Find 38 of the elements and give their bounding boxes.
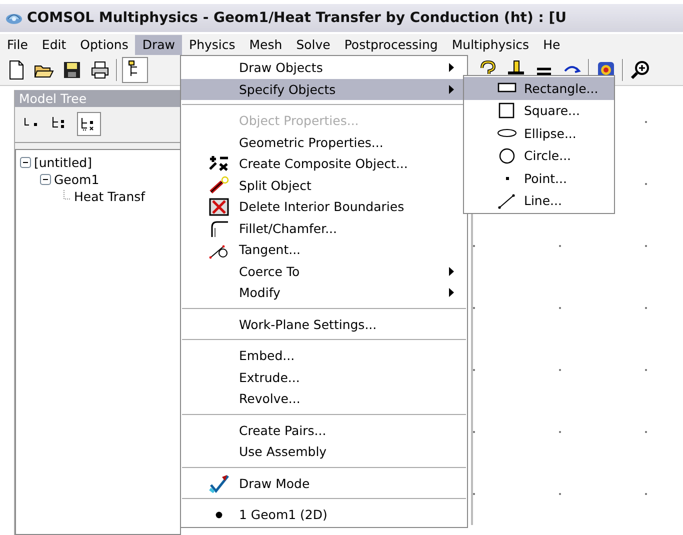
menu-bar-item[interactable]: File [0, 34, 35, 54]
menu-item[interactable]: Embed... [181, 345, 467, 366]
menu-item[interactable]: Fillet/Chamfer... [181, 218, 467, 239]
menu-item[interactable]: Square... [464, 100, 614, 122]
menu-item[interactable]: Modify [181, 282, 467, 304]
menu-item[interactable]: Draw Mode [181, 472, 467, 494]
menu-item[interactable]: Draw Objects [181, 57, 467, 78]
menu-item[interactable]: Create Composite Object... [181, 153, 467, 174]
menu-bar-item[interactable]: Physics [182, 34, 242, 54]
menu-item[interactable]: Geometric Properties... [181, 132, 467, 153]
menu-item[interactable]: Rectangle... [464, 77, 614, 100]
menu-item[interactable]: Split Object [181, 174, 467, 196]
menu-item[interactable]: Extrude... [181, 366, 467, 388]
menu-item[interactable]: Use Assembly [181, 441, 467, 462]
menu-item[interactable]: Ellipse... [464, 122, 614, 144]
menu-item[interactable]: Circle... [464, 144, 614, 167]
menu-item[interactable]: 1 Geom1 (2D) [181, 504, 467, 526]
menu-bar-item[interactable]: Postprocessing [337, 34, 445, 54]
panel-title: Model Tree [15, 90, 181, 107]
window-title: COMSOL Multiphysics - Geom1/Heat Transfer by Conduction (ht) : [U [27, 10, 566, 26]
tree-item[interactable]: [untitled] [34, 155, 92, 170]
menu-bar-item[interactable]: Multiphysics [444, 34, 536, 54]
menu-item[interactable]: Work-Plane Settings... [181, 314, 467, 335]
menu-bar-item[interactable]: Options [73, 34, 136, 54]
menu-bar-item[interactable]: Solve [289, 34, 338, 54]
tree-item[interactable]: Geom1 [54, 172, 100, 187]
menu-item[interactable]: Tangent... [181, 239, 467, 260]
menu-item[interactable]: Line... [464, 190, 614, 212]
menu-item[interactable]: Coerce To [181, 260, 467, 282]
menu-item[interactable]: Point... [464, 167, 614, 190]
menu-item[interactable]: Revolve... [181, 388, 467, 410]
tree-item[interactable]: Heat Transf [74, 189, 146, 204]
menu-item[interactable]: Delete Interior Boundaries [181, 196, 467, 218]
menu-bar-item[interactable]: Draw [135, 34, 182, 54]
menu-bar-item[interactable]: Mesh [242, 34, 290, 54]
menu-bar-item[interactable]: Edit [34, 34, 74, 54]
menu-item[interactable]: Create Pairs... [181, 420, 467, 441]
menu-bar-item[interactable]: He [536, 34, 568, 54]
